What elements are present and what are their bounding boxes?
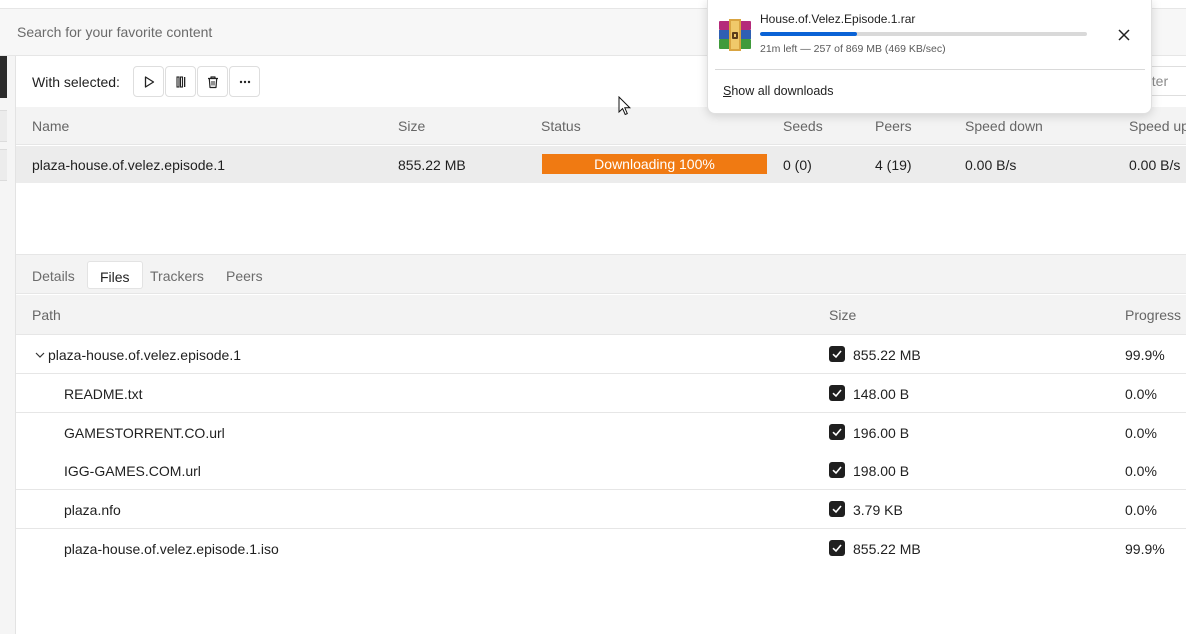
chevron-down-icon[interactable] (33, 348, 47, 362)
file-progress: 0.0% (1125, 463, 1157, 479)
file-progress: 99.9% (1125, 541, 1165, 557)
column-header-speed-down[interactable]: Speed down (965, 118, 1043, 134)
rail-tab[interactable] (0, 110, 7, 142)
torrent-status-bar: Downloading 100% (542, 154, 767, 174)
file-path: plaza-house.of.velez.episode.1 (48, 347, 242, 363)
file-checkbox[interactable] (829, 424, 845, 440)
tab-details[interactable]: Details (20, 261, 87, 289)
divider (715, 69, 1145, 70)
rail-tab[interactable] (0, 149, 7, 181)
close-download-button[interactable] (1113, 24, 1135, 46)
resume-button[interactable] (133, 66, 164, 97)
pause-button[interactable] (165, 66, 196, 97)
show-all-downloads-text: how all downloads (731, 84, 834, 98)
file-size: 855.22 MB (853, 347, 921, 363)
checkbox-checked-icon (832, 350, 842, 359)
file-row-folder[interactable]: plaza-house.of.velez.episode.1 855.22 MB… (16, 335, 1186, 374)
file-progress: 99.9% (1125, 347, 1165, 363)
column-header-path[interactable]: Path (32, 307, 61, 323)
file-path: plaza-house.of.velez.episode.1.iso (64, 541, 279, 557)
play-icon (144, 75, 154, 88)
more-actions-button[interactable] (229, 66, 260, 97)
file-row[interactable]: IGG-GAMES.COM.url 198.00 B 0.0% (16, 451, 1186, 490)
torrent-speed-down: 0.00 B/s (965, 157, 1017, 173)
file-path: README.txt (64, 386, 143, 402)
column-header-size[interactable]: Size (398, 118, 425, 134)
file-path: plaza.nfo (64, 502, 121, 518)
file-checkbox[interactable] (829, 540, 845, 556)
file-size: 3.79 KB (853, 502, 903, 518)
left-rail (0, 56, 16, 634)
torrent-seeds: 0 (0) (783, 157, 812, 173)
with-selected-label: With selected: (32, 74, 120, 90)
close-icon (1118, 29, 1130, 41)
torrent-peers: 4 (19) (875, 157, 912, 173)
torrent-name: plaza-house.of.velez.episode.1 (32, 157, 226, 173)
column-header-speed-up[interactable]: Speed up (1129, 118, 1186, 134)
download-panel: House.of.Velez.Episode.1.rar 21m left — … (707, 0, 1152, 114)
file-progress: 0.0% (1125, 386, 1157, 402)
file-row[interactable]: GAMESTORRENT.CO.url 196.00 B 0.0% (16, 413, 1186, 452)
torrent-size: 855.22 MB (398, 157, 466, 173)
files-table-header: Path Size Progress (16, 295, 1186, 335)
winrar-archive-icon (719, 19, 751, 51)
checkbox-checked-icon (832, 544, 842, 553)
torrent-speed-up: 0.00 B/s (1129, 157, 1181, 173)
trash-icon (207, 75, 218, 88)
file-checkbox[interactable] (829, 462, 845, 478)
download-file-name[interactable]: House.of.Velez.Episode.1.rar (760, 12, 915, 26)
tab-files[interactable]: Files (87, 261, 143, 289)
file-row[interactable]: README.txt 148.00 B 0.0% (16, 374, 1186, 413)
tab-trackers[interactable]: Trackers (138, 261, 216, 289)
checkbox-checked-icon (832, 466, 842, 475)
download-progress-bar (760, 32, 1087, 36)
file-progress: 0.0% (1125, 425, 1157, 441)
file-path: GAMESTORRENT.CO.url (64, 425, 225, 441)
download-status-text: 21m left — 257 of 869 MB (469 KB/sec) (760, 43, 946, 55)
pause-icon (175, 75, 185, 88)
file-checkbox[interactable] (829, 501, 845, 517)
search-input[interactable] (8, 17, 708, 47)
more-horizontal-icon (239, 80, 250, 83)
checkbox-checked-icon (832, 428, 842, 437)
delete-button[interactable] (197, 66, 228, 97)
download-progress-fill (760, 32, 857, 36)
file-path: IGG-GAMES.COM.url (64, 463, 201, 479)
show-all-downloads-link[interactable]: Show all downloads (723, 84, 834, 98)
file-row[interactable]: plaza-house.of.velez.episode.1.iso 855.2… (16, 529, 1186, 568)
column-header-name[interactable]: Name (32, 118, 69, 134)
column-header-status[interactable]: Status (541, 118, 581, 134)
column-header-progress[interactable]: Progress (1125, 307, 1181, 323)
file-checkbox[interactable] (829, 346, 845, 362)
column-header-file-size[interactable]: Size (829, 307, 856, 323)
file-size: 196.00 B (853, 425, 910, 441)
checkbox-checked-icon (832, 389, 842, 398)
file-checkbox[interactable] (829, 385, 845, 401)
tab-peers[interactable]: Peers (214, 261, 275, 289)
checkbox-checked-icon (832, 505, 842, 514)
file-size: 855.22 MB (853, 541, 921, 557)
file-progress: 0.0% (1125, 502, 1157, 518)
torrent-row[interactable]: plaza-house.of.velez.episode.1 855.22 MB… (16, 146, 1186, 183)
column-header-seeds[interactable]: Seeds (783, 118, 823, 134)
rail-active-indicator (0, 56, 7, 98)
file-size: 198.00 B (853, 463, 910, 479)
detail-tabs: Details Files Trackers Peers (16, 254, 1186, 294)
file-row[interactable]: plaza.nfo 3.79 KB 0.0% (16, 490, 1186, 529)
mouse-cursor-icon (618, 96, 632, 116)
column-header-peers[interactable]: Peers (875, 118, 912, 134)
file-size: 148.00 B (853, 386, 910, 402)
